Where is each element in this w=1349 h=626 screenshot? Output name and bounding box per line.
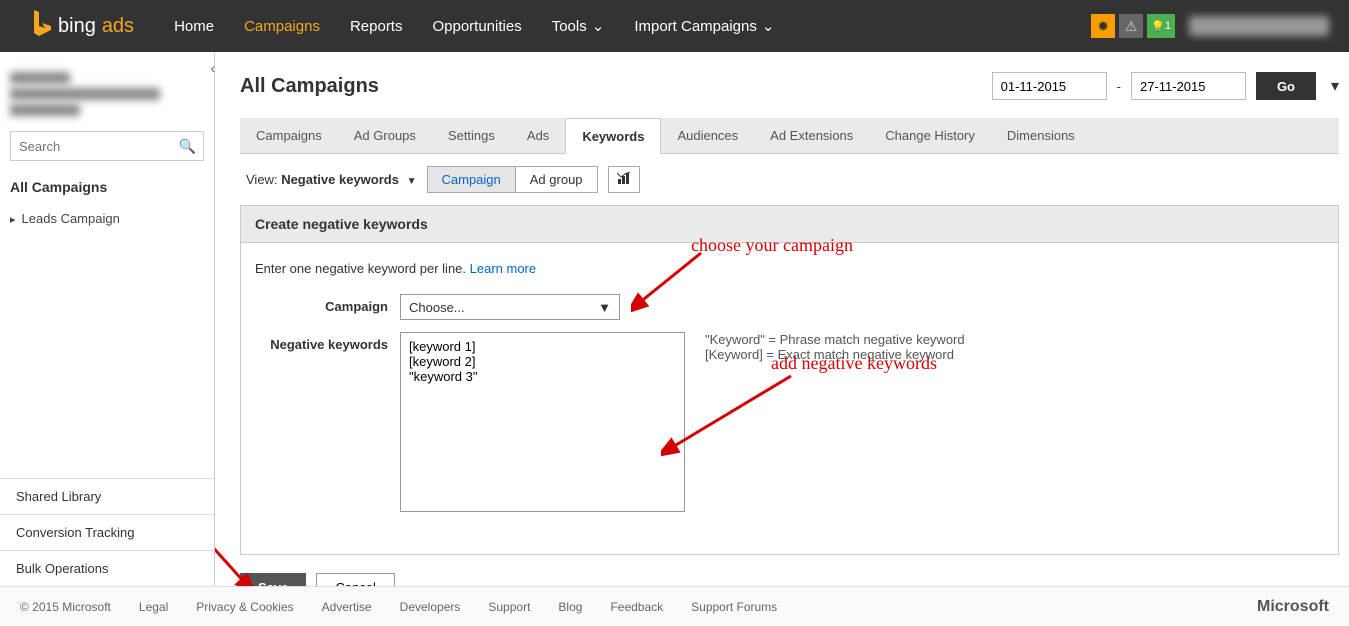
keywords-field-label: Negative keywords	[255, 332, 400, 512]
campaign-field-label: Campaign	[255, 294, 400, 320]
match-type-help: "Keyword" = Phrase match negative keywor…	[705, 332, 965, 512]
tab-ads[interactable]: Ads	[511, 118, 565, 153]
tab-changehistory[interactable]: Change History	[869, 118, 991, 153]
save-button[interactable]: Save	[240, 573, 306, 586]
dropdown-value: Choose...	[409, 300, 465, 315]
gear-icon[interactable]: ✹	[1091, 14, 1115, 38]
chevron-down-icon: ▼	[407, 176, 417, 187]
date-from-input[interactable]	[992, 72, 1107, 100]
idea-icon[interactable]: 💡1	[1147, 14, 1175, 38]
footer-blog[interactable]: Blog	[558, 600, 582, 614]
search-input[interactable]	[10, 131, 204, 161]
user-menu[interactable]	[1189, 16, 1329, 36]
nav-right: ✹ ⚠ 💡1	[1091, 14, 1329, 38]
chart-toggle-button[interactable]	[608, 166, 640, 193]
chart-icon	[617, 171, 631, 185]
nav-campaigns[interactable]: Campaigns	[244, 17, 320, 35]
chevron-down-icon[interactable]: ▾	[1331, 76, 1339, 96]
tab-dimensions[interactable]: Dimensions	[991, 118, 1091, 153]
tab-adgroups[interactable]: Ad Groups	[338, 118, 432, 153]
footer-support[interactable]: Support	[488, 600, 530, 614]
brand-name: bing	[58, 15, 96, 38]
bing-b-icon	[30, 10, 52, 43]
seg-campaign[interactable]: Campaign	[428, 167, 515, 192]
footer-copyright: © 2015 Microsoft	[20, 600, 111, 614]
microsoft-logo: Microsoft	[1257, 598, 1329, 616]
sidebar: ‹ 🔍 All Campaigns Leads Campaign Shared …	[0, 52, 215, 586]
search-icon[interactable]: 🔍	[179, 138, 196, 155]
seg-adgroup[interactable]: Ad group	[515, 167, 597, 192]
account-info	[10, 72, 204, 116]
main-content: All Campaigns - Go ▾ Campaigns Ad Groups…	[215, 52, 1349, 586]
tab-settings[interactable]: Settings	[432, 118, 511, 153]
level-segment: Campaign Ad group	[427, 166, 598, 193]
collapse-sidebar-icon[interactable]: ‹	[210, 60, 215, 76]
keywords-toolbar: View: Negative keywords ▼ Campaign Ad gr…	[240, 154, 1339, 205]
negative-keywords-textarea[interactable]	[400, 332, 685, 512]
chevron-down-icon: ⌄	[762, 17, 775, 35]
tab-keywords[interactable]: Keywords	[565, 118, 661, 154]
footer-advertise[interactable]: Advertise	[322, 600, 372, 614]
go-button[interactable]: Go	[1256, 72, 1316, 100]
learn-more-link[interactable]: Learn more	[470, 261, 536, 276]
nav-import[interactable]: Import Campaigns⌄	[634, 17, 774, 35]
footer: © 2015 Microsoft Legal Privacy & Cookies…	[0, 586, 1349, 626]
sidebar-conversion-tracking[interactable]: Conversion Tracking	[0, 514, 214, 550]
panel-title: Create negative keywords	[241, 206, 1338, 243]
view-label[interactable]: View: Negative keywords ▼	[246, 172, 417, 187]
cancel-button[interactable]: Cancel	[316, 573, 394, 586]
nav-opportunities[interactable]: Opportunities	[432, 17, 521, 35]
create-negative-keywords-panel: Create negative keywords Enter one negat…	[240, 205, 1339, 555]
tab-campaigns[interactable]: Campaigns	[240, 118, 338, 153]
date-separator: -	[1117, 79, 1121, 94]
tree-item-leads[interactable]: Leads Campaign	[10, 207, 204, 230]
footer-feedback[interactable]: Feedback	[610, 600, 663, 614]
nav-reports[interactable]: Reports	[350, 17, 403, 35]
campaign-dropdown[interactable]: Choose... ▼	[400, 294, 620, 320]
top-nav: bing ads Home Campaigns Reports Opportun…	[0, 0, 1349, 52]
panel-instruction: Enter one negative keyword per line. Lea…	[255, 261, 1324, 276]
campaign-tabs: Campaigns Ad Groups Settings Ads Keyword…	[240, 118, 1339, 154]
tab-audiences[interactable]: Audiences	[661, 118, 754, 153]
nav-items: Home Campaigns Reports Opportunities Too…	[174, 17, 774, 35]
brand-suffix: ads	[102, 15, 134, 38]
tab-adextensions[interactable]: Ad Extensions	[754, 118, 869, 153]
footer-forums[interactable]: Support Forums	[691, 600, 777, 614]
sidebar-shared-library[interactable]: Shared Library	[0, 478, 214, 514]
date-to-input[interactable]	[1131, 72, 1246, 100]
badge-count: 1	[1165, 20, 1171, 32]
sidebar-bulk-operations[interactable]: Bulk Operations	[0, 550, 214, 586]
nav-tools[interactable]: Tools⌄	[552, 17, 605, 35]
tree-root-all-campaigns[interactable]: All Campaigns	[10, 179, 204, 195]
brand-logo[interactable]: bing ads	[30, 10, 134, 43]
footer-developers[interactable]: Developers	[400, 600, 461, 614]
footer-privacy[interactable]: Privacy & Cookies	[196, 600, 293, 614]
chevron-down-icon: ⌄	[592, 17, 605, 35]
page-title: All Campaigns	[240, 75, 379, 98]
nav-home[interactable]: Home	[174, 17, 214, 35]
footer-legal[interactable]: Legal	[139, 600, 168, 614]
alert-icon[interactable]: ⚠	[1119, 14, 1143, 38]
chevron-down-icon: ▼	[598, 300, 611, 315]
date-range-picker: - Go ▾	[992, 72, 1339, 100]
sidebar-search: 🔍	[10, 131, 204, 161]
